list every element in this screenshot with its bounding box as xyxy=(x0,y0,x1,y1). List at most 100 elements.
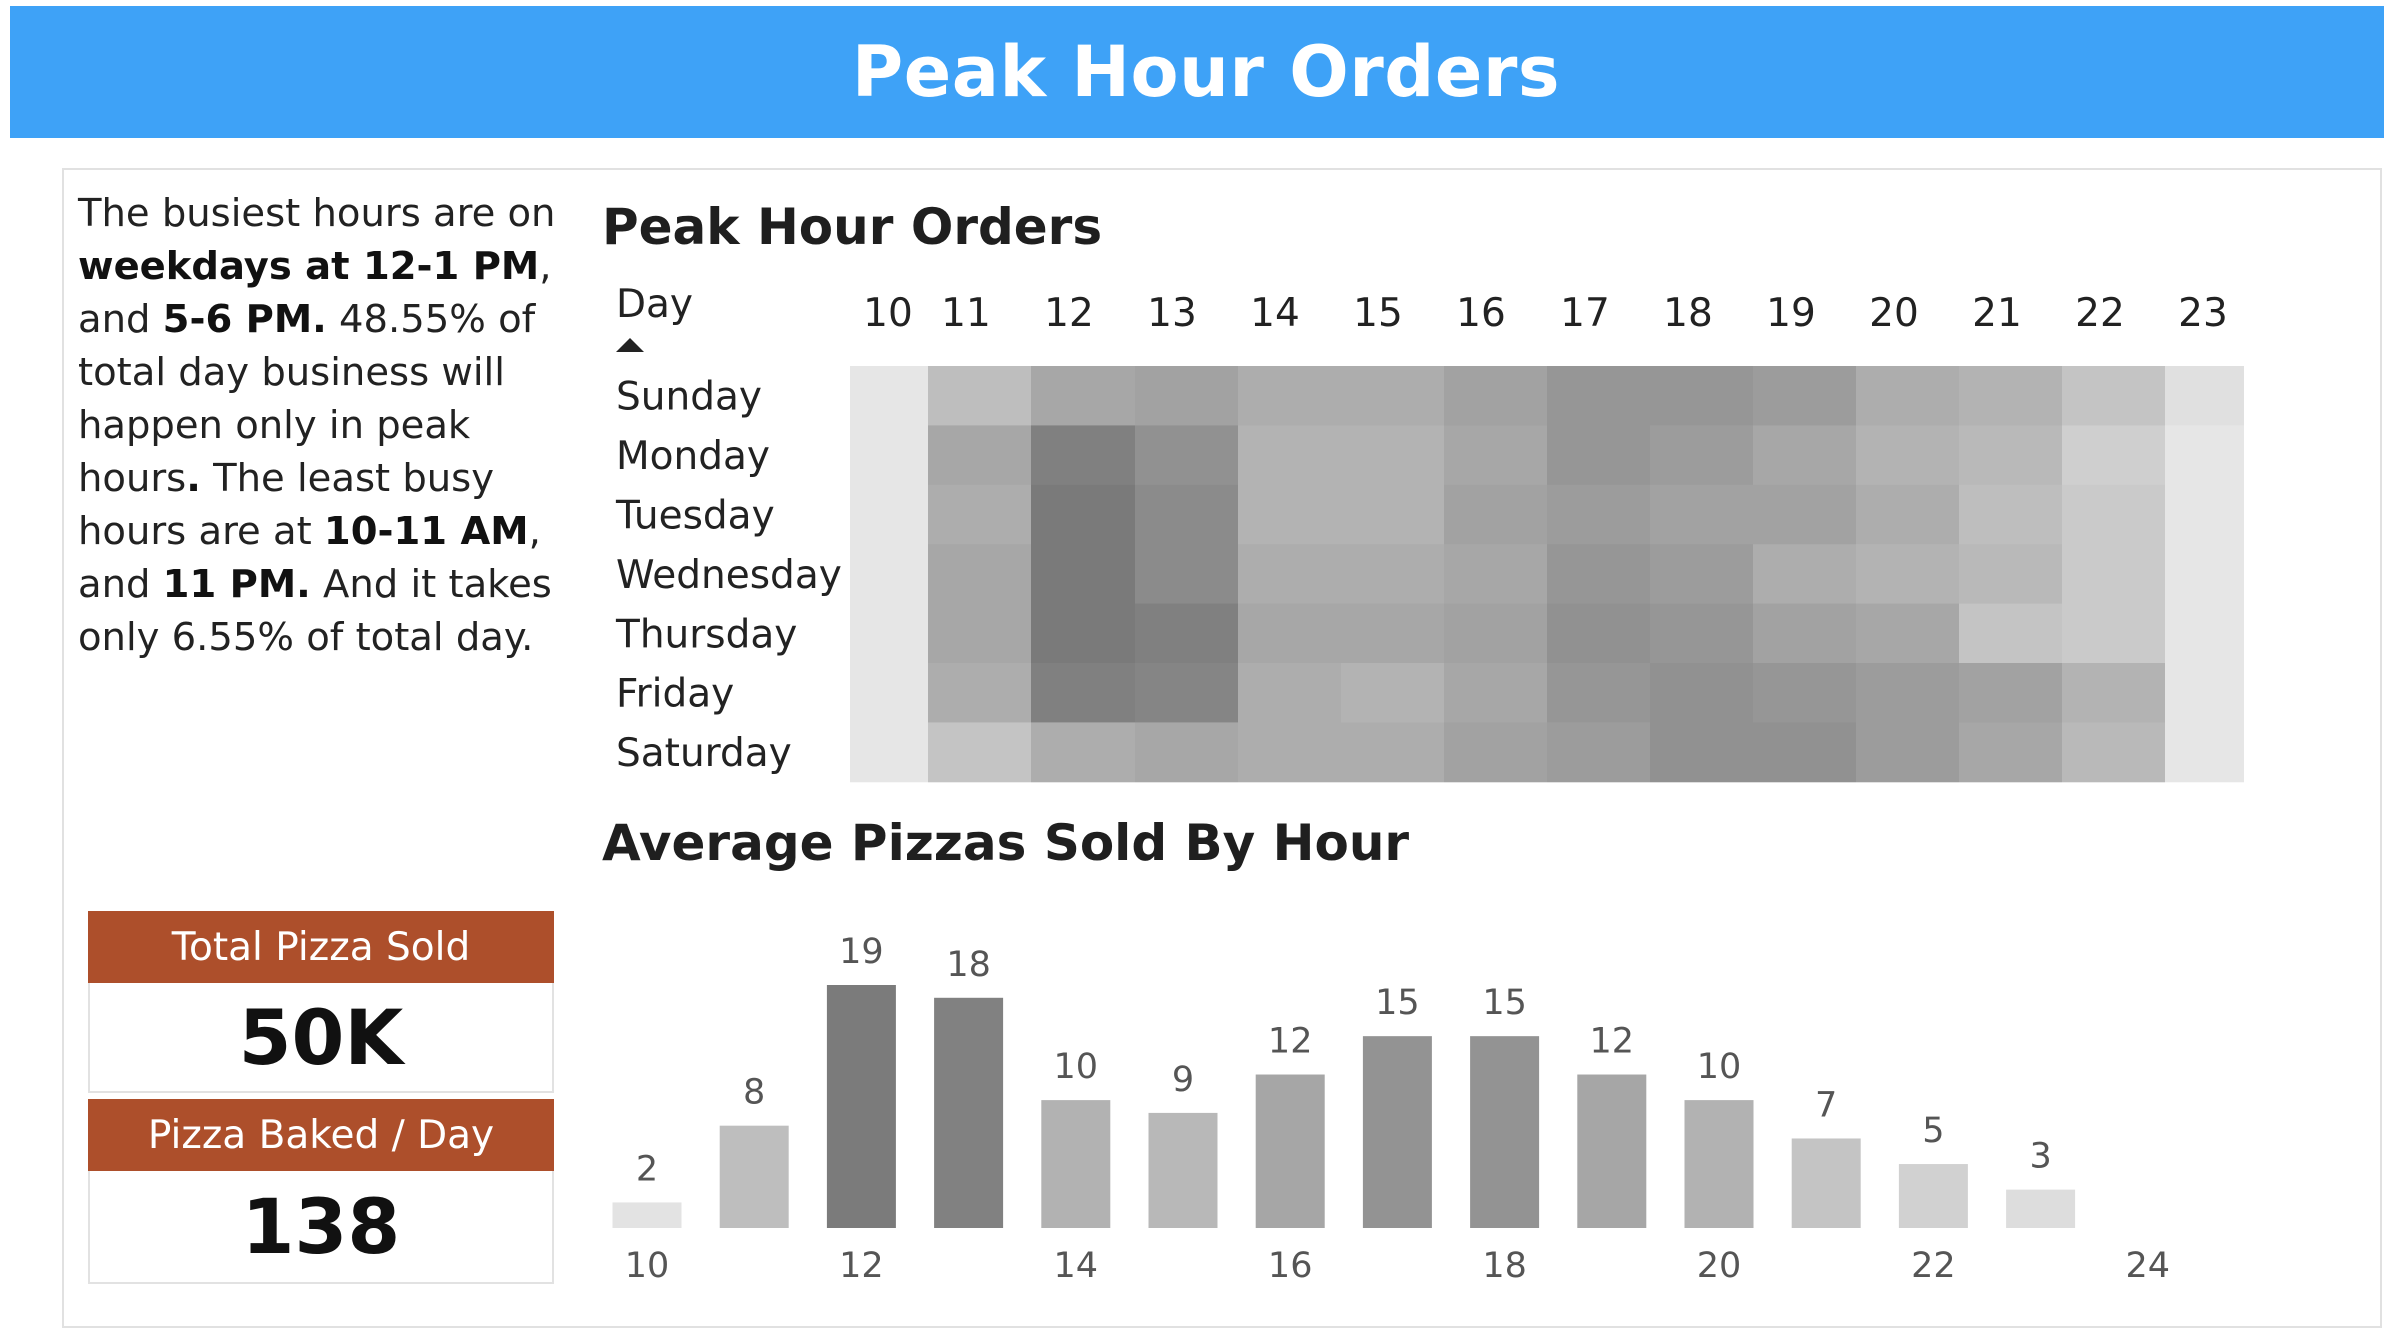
heatmap-column-label: 11 xyxy=(941,291,991,336)
heatmap-cell xyxy=(1753,425,1856,486)
heatmap-row-label: Sunday xyxy=(616,375,762,420)
heatmap-cell xyxy=(1753,544,1856,605)
heatmap-cell xyxy=(1031,484,1135,545)
heatmap-cell xyxy=(850,544,928,605)
heatmap-cell xyxy=(1135,722,1238,783)
heatmap-column-label: 16 xyxy=(1456,291,1506,336)
heatmap-cell xyxy=(1444,663,1547,723)
heatmap-column-label: 12 xyxy=(1044,291,1094,336)
heatmap-row-label: Saturday xyxy=(616,731,792,776)
heatmap-cell xyxy=(1753,603,1856,664)
heatmap-cell xyxy=(1959,663,2062,723)
heatmap-cell xyxy=(2062,484,2165,545)
heatmap-cell xyxy=(928,425,1031,486)
heatmap-cell xyxy=(1650,366,1753,426)
heatmap-row-label: Tuesday xyxy=(615,494,775,539)
kpi-label: Pizza Baked / Day xyxy=(88,1099,554,1171)
heatmap-cell xyxy=(1135,366,1238,426)
heatmap-cell xyxy=(1238,722,1341,783)
heatmap-cell xyxy=(1135,544,1238,605)
heatmap-cell xyxy=(1547,366,1650,426)
heatmap-cell xyxy=(1238,663,1341,723)
heatmap-cell xyxy=(1650,484,1753,545)
heatmap-cell xyxy=(1959,366,2062,426)
heatmap-cell xyxy=(1856,722,1959,783)
kpi-card-pizza-baked-per-day: Pizza Baked / Day 138 xyxy=(88,1099,554,1284)
heatmap-cell xyxy=(1753,722,1856,783)
heatmap-cell xyxy=(1135,425,1238,486)
heatmap-row-label: Wednesday xyxy=(616,553,842,598)
heatmap-cell xyxy=(2062,544,2165,605)
heatmap-column-label: 22 xyxy=(2075,291,2125,336)
heatmap-cell xyxy=(1856,484,1959,545)
heatmap-cell xyxy=(1650,663,1753,723)
heatmap-cell xyxy=(850,425,928,486)
heatmap-cell xyxy=(850,663,928,723)
heatmap-cell xyxy=(1031,663,1135,723)
heatmap-cell xyxy=(2165,425,2244,486)
heatmap-cell xyxy=(1547,425,1650,486)
heatmap-cell xyxy=(928,603,1031,664)
heatmap-cell xyxy=(2062,722,2165,783)
heatmap-cell xyxy=(1341,603,1444,664)
heatmap-cell xyxy=(2062,425,2165,486)
heatmap-cell xyxy=(928,484,1031,545)
heatmap-cell xyxy=(1650,722,1753,783)
heatmap-cell xyxy=(1650,603,1753,664)
heatmap-cell xyxy=(1753,366,1856,426)
heatmap-cell xyxy=(1341,722,1444,783)
kpi-label: Total Pizza Sold xyxy=(88,911,554,983)
kpi-value: 138 xyxy=(241,1181,401,1271)
heatmap-cell xyxy=(1753,484,1856,545)
heatmap-cell xyxy=(1444,722,1547,783)
heatmap-cell xyxy=(1547,544,1650,605)
heatmap-cell xyxy=(1444,484,1547,545)
heatmap-cell xyxy=(928,663,1031,723)
heatmap-cell xyxy=(850,722,928,783)
heatmap-cell xyxy=(1650,544,1753,605)
heatmap-cell xyxy=(1238,484,1341,545)
heatmap-cell xyxy=(1856,663,1959,723)
heatmap-cell xyxy=(1444,544,1547,605)
heatmap-cell xyxy=(2062,366,2165,426)
kpi-card-total-pizza-sold: Total Pizza Sold 50K xyxy=(88,911,554,1093)
heatmap-column-label: 19 xyxy=(1766,291,1816,336)
heatmap-column-label: 13 xyxy=(1147,291,1197,336)
heatmap-column-label: 21 xyxy=(1972,291,2022,336)
heatmap-row-label: Friday xyxy=(616,672,734,717)
heatmap-column-label: 14 xyxy=(1250,291,1300,336)
heatmap-cell xyxy=(1135,484,1238,545)
heatmap-chart: 10 11 12 13 14 15 16 17 18 19 20 21 22 23 Sunday Monday… xyxy=(615,291,2244,783)
heatmap-column-label: 15 xyxy=(1353,291,1403,336)
heatmap-cell xyxy=(1547,603,1650,664)
heatmap-row-label: Thursday xyxy=(615,612,797,657)
heatmap-row-label: Monday xyxy=(616,434,770,479)
heatmap-cell xyxy=(1753,663,1856,723)
heatmap-cell xyxy=(1238,603,1341,664)
kpi-value: 50K xyxy=(238,992,404,1082)
heatmap-cell xyxy=(2165,663,2244,723)
heatmap-cell xyxy=(2165,544,2244,605)
heatmap-cell xyxy=(2165,366,2244,426)
heatmap-cell xyxy=(1856,544,1959,605)
heatmap-cell xyxy=(2062,663,2165,723)
heatmap-cell xyxy=(1238,544,1341,605)
heatmap-cell xyxy=(1341,544,1444,605)
heatmap-cell xyxy=(2165,722,2244,783)
heatmap-cell xyxy=(1238,425,1341,486)
heatmap-cell xyxy=(1031,722,1135,783)
heatmap-cell xyxy=(850,484,928,545)
heatmap-cell xyxy=(1959,603,2062,664)
heatmap-cell xyxy=(928,722,1031,783)
heatmap-cell xyxy=(850,366,928,426)
heatmap-cell xyxy=(1341,366,1444,426)
heatmap-cell xyxy=(1856,603,1959,664)
heatmap-column-label: 23 xyxy=(2178,291,2228,336)
heatmap-cell xyxy=(1031,425,1135,486)
heatmap-cell xyxy=(1856,366,1959,426)
heatmap-cell xyxy=(1959,484,2062,545)
heatmap-cell xyxy=(928,544,1031,605)
heatmap-cell xyxy=(1444,603,1547,664)
heatmap-cell xyxy=(1031,544,1135,605)
heatmap-cell xyxy=(1959,722,2062,783)
